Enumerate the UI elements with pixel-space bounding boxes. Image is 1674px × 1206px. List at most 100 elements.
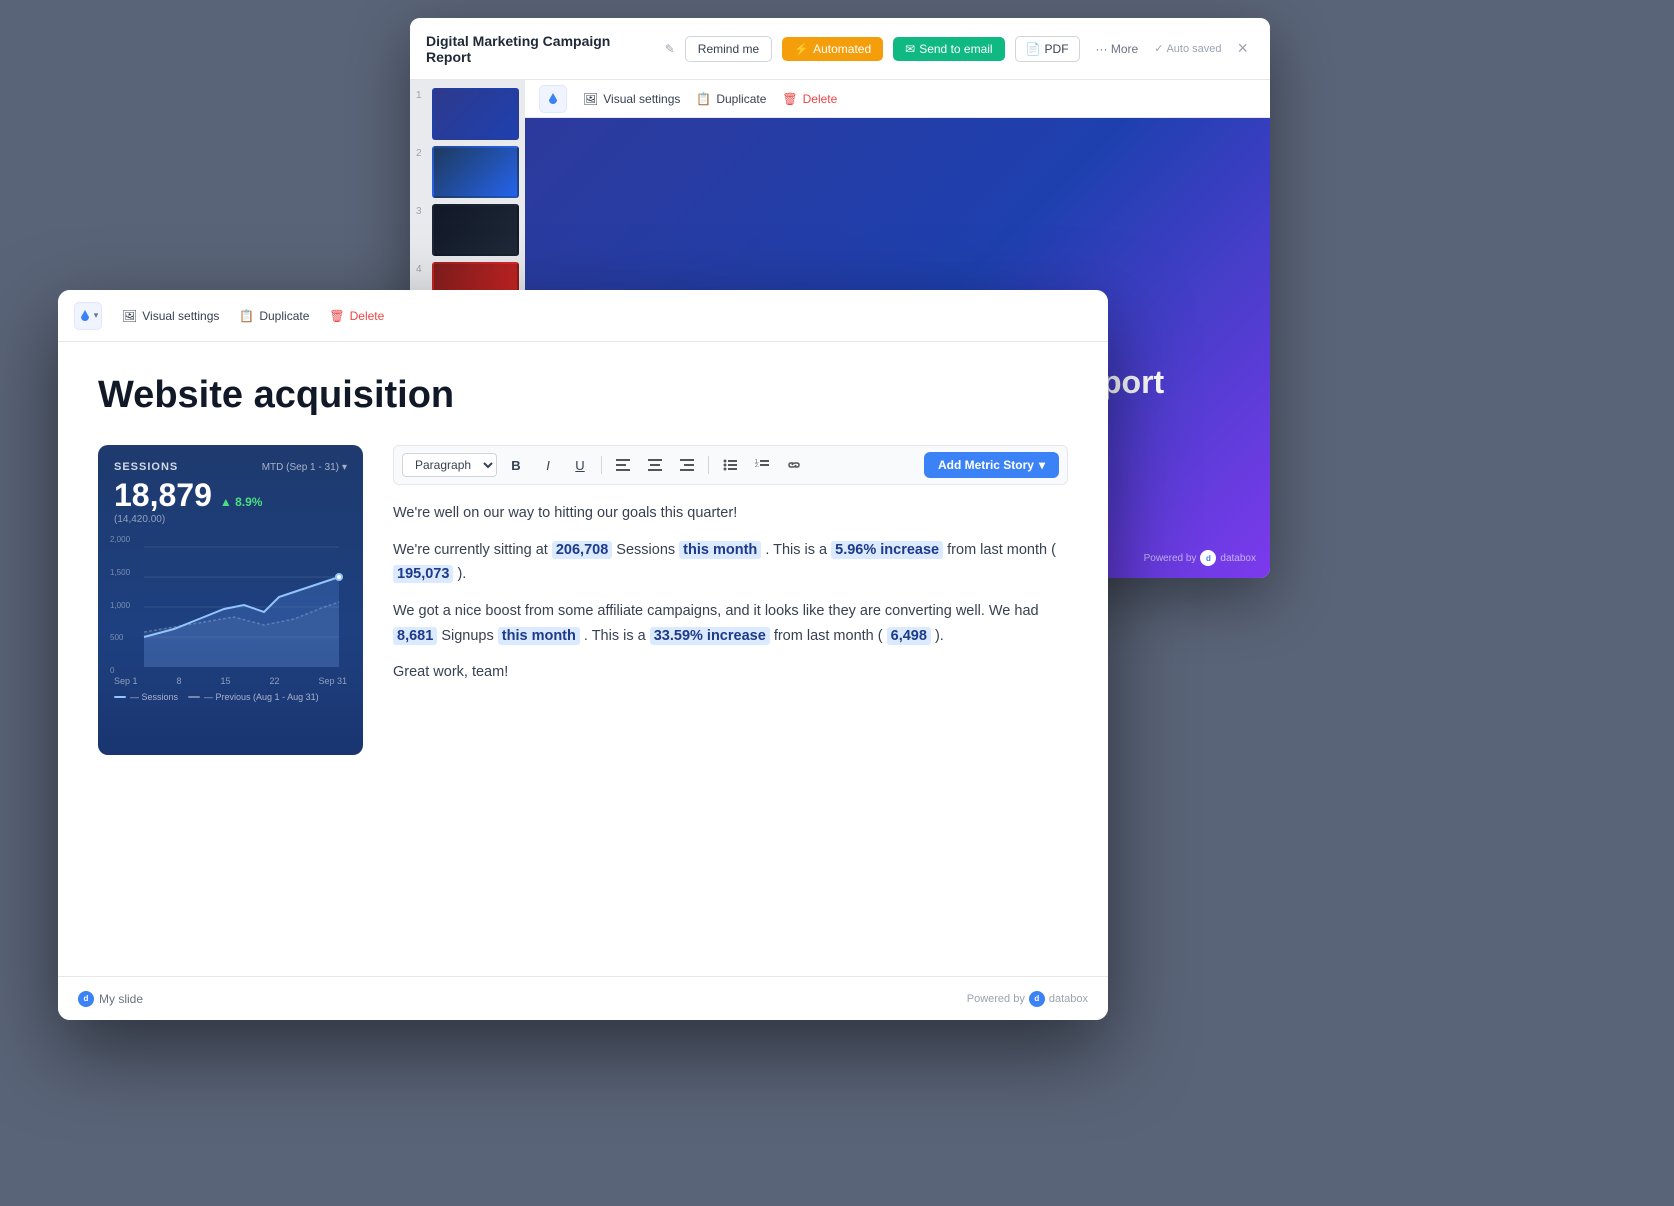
more-button[interactable]: ··· More [1090,37,1145,61]
align-center-button[interactable] [642,452,668,478]
chart-change: ▲ 8.9% [220,495,263,509]
back-window-title: Digital Marketing Campaign Report [426,33,655,65]
chart-svg-area [114,537,347,672]
ordered-list-button[interactable]: 1.2. [749,452,775,478]
sessions-chart [114,537,344,667]
visual-settings-icon-front: 🖼 [122,309,137,323]
align-left-button[interactable] [610,452,636,478]
link-button[interactable] [781,452,807,478]
slide-thumb-1[interactable]: 1 [416,88,519,140]
visual-settings-btn-back[interactable]: 🖼 Visual settings [583,92,680,106]
link-icon [787,459,801,471]
droplet-icon [546,92,560,106]
unordered-list-button[interactable] [717,452,743,478]
duplicate-btn-front[interactable]: 📋 Duplicate [239,309,309,323]
chart-mtd: MTD (Sep 1 - 31) ▾ [262,462,347,473]
chart-value: 18,879 ▲ 8.9% [114,477,347,514]
mtd-dropdown-icon: ▾ [342,462,347,473]
powered-by-front: Powered by d databox [967,991,1088,1007]
legend-sessions-dot [114,696,126,698]
duplicate-btn-back[interactable]: 📋 Duplicate [696,92,766,106]
delete-btn-back[interactable]: 🗑 Delete [782,92,837,106]
legend-sessions: — Sessions [114,692,178,702]
front-toolbar: ▾ 🖼 Visual settings 📋 Duplicate 🗑 Delete [58,290,1108,342]
chart-label: SESSIONS [114,461,178,473]
toolbar-divider-2 [708,456,709,474]
legend-previous: — Previous (Aug 1 - Aug 31) [188,692,319,702]
pdf-icon: 📄 [1026,42,1041,56]
theme-dropdown[interactable] [539,85,567,113]
list-ul-icon [723,459,737,471]
front-theme-dropdown[interactable]: ▾ [74,302,102,330]
chart-prev: (14,420.00) [114,514,347,525]
signups-change-highlight: 33.59% increase [650,627,770,645]
slide-thumb-2[interactable]: 2 [416,146,519,198]
page-title: Website acquisition [98,374,1068,417]
powered-by-back: Powered by d databox [1144,550,1256,566]
visual-settings-icon: 🖼 [583,92,598,106]
check-icon: ✓ [1154,42,1163,55]
add-metric-story-button[interactable]: Add Metric Story ▾ [924,452,1059,478]
automated-icon: ⚡ [794,42,809,56]
signups-value-highlight: 8,681 [393,627,437,645]
align-right-icon [680,459,694,471]
align-right-button[interactable] [674,452,700,478]
sessions-prev-highlight: 195,073 [393,565,453,583]
align-left-icon [616,459,630,471]
front-droplet-icon [78,309,92,323]
svg-text:2.: 2. [755,463,759,469]
slide-thumb-3[interactable]: 3 [416,204,519,256]
underline-button[interactable]: U [567,452,593,478]
back-titlebar: Digital Marketing Campaign Report ✎ Remi… [410,18,1270,80]
remind-button[interactable]: Remind me [685,36,772,62]
edit-title-icon[interactable]: ✎ [665,42,675,56]
chart-y-labels: 2,000 1,500 1,000 500 0 [110,535,130,675]
bold-button[interactable]: B [503,452,529,478]
signups-prev-highlight: 6,498 [887,627,931,645]
front-content: Website acquisition SESSIONS MTD (Sep 1 … [58,342,1108,775]
editor-toolbar: Paragraph B I U [393,445,1068,485]
legend-previous-dot [188,696,200,698]
delete-icon: 🗑 [782,92,797,106]
front-window: ▾ 🖼 Visual settings 📋 Duplicate 🗑 Delete… [58,290,1108,1020]
text-content-area: Paragraph B I U [393,445,1068,755]
databox-logo-front: d [1029,991,1045,1007]
automated-button[interactable]: ⚡ Automated [782,37,883,61]
auto-saved-status: ✓ Auto saved [1154,42,1221,55]
delete-btn-front[interactable]: 🗑 Delete [329,309,384,323]
slide-image-1 [432,88,519,140]
delete-icon-front: 🗑 [329,309,344,323]
toolbar-divider-1 [601,456,602,474]
content-line-3: We got a nice boost from some affiliate … [393,599,1068,648]
content-area: SESSIONS MTD (Sep 1 - 31) ▾ 18,879 ▲ 8.9… [98,445,1068,755]
chart-x-labels: Sep 1 8 15 22 Sep 31 [114,676,347,686]
close-button[interactable]: × [1231,36,1254,61]
content-line-2: We're currently sitting at 206,708 Sessi… [393,538,1068,587]
databox-logo-back: d [1200,550,1216,566]
italic-button[interactable]: I [535,452,561,478]
chart-header: SESSIONS MTD (Sep 1 - 31) ▾ [114,461,347,473]
slide-toolbar: 🖼 Visual settings 📋 Duplicate 🗑 Delete [525,80,1270,118]
align-center-icon [648,459,662,471]
dropdown-arrow-icon: ▾ [94,310,99,321]
pdf-button[interactable]: 📄 PDF [1015,36,1080,62]
add-metric-dropdown-icon: ▾ [1039,458,1045,472]
chart-legend: — Sessions — Previous (Aug 1 - Aug 31) [114,692,347,702]
paragraph-format-select[interactable]: Paragraph [402,453,497,477]
content-line-1: We're well on our way to hitting our goa… [393,501,1068,526]
send-email-button[interactable]: ✉ Send to email [893,37,1004,61]
my-slide-label: d My slide [78,991,143,1007]
sessions-change-highlight: 5.96% increase [831,541,943,559]
signups-period-highlight: this month [498,627,580,645]
slide-image-2 [432,146,519,198]
send-icon: ✉ [905,42,915,56]
duplicate-icon-front: 📋 [239,309,254,323]
front-footer: d My slide Powered by d databox [58,976,1108,1020]
my-slide-icon: d [78,991,94,1007]
list-ol-icon: 1.2. [755,459,769,471]
editor-content: We're well on our way to hitting our goa… [393,501,1068,685]
visual-settings-btn-front[interactable]: 🖼 Visual settings [122,309,219,323]
sessions-value-highlight: 206,708 [552,541,612,559]
duplicate-icon: 📋 [696,92,711,106]
chart-widget: SESSIONS MTD (Sep 1 - 31) ▾ 18,879 ▲ 8.9… [98,445,363,755]
